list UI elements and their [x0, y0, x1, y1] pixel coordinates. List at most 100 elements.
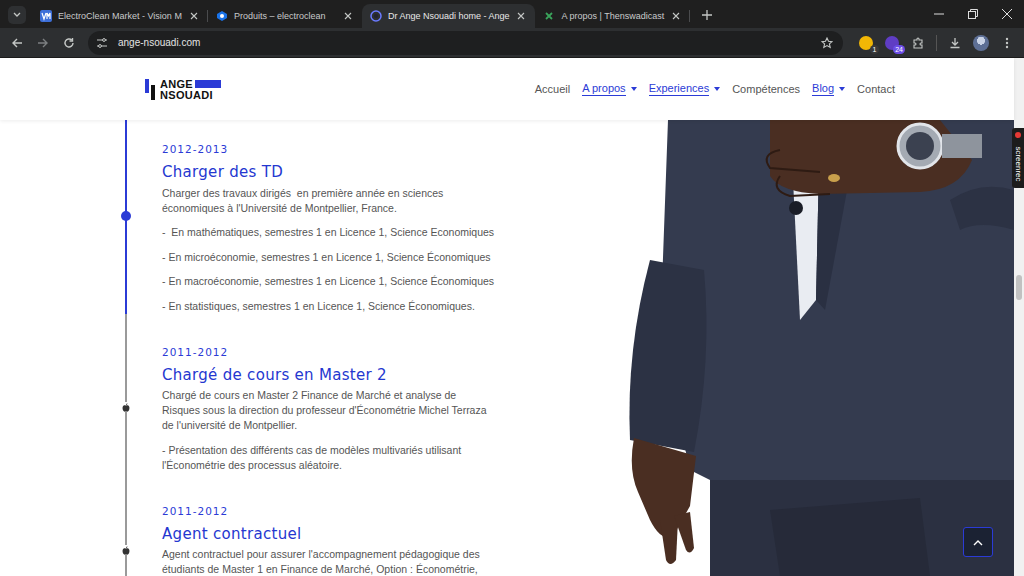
entry-period: 2012-2013 [162, 142, 494, 156]
browser-tab[interactable]: Dr Ange Nsouadi home - Ange [362, 4, 536, 28]
tab-search-chevron-icon[interactable] [8, 6, 26, 24]
nav-label: A propos [582, 82, 625, 96]
more-menu-icon[interactable] [996, 32, 1018, 54]
forward-arrow-icon[interactable] [32, 32, 54, 54]
close-window-icon[interactable] [990, 0, 1024, 28]
description-line: Agent contractuel pour assurer l'accompa… [162, 547, 480, 562]
screenrec-label: screenrec [1013, 146, 1023, 181]
puzzle-icon[interactable] [907, 32, 929, 54]
description-line: Risques sous la direction du professeur … [162, 403, 487, 418]
bullet-line: - Présentation des différents cas de mod… [162, 443, 487, 458]
record-dot-icon [1015, 132, 1021, 138]
nav-item[interactable]: Contact [856, 81, 896, 97]
plus-icon[interactable] [696, 4, 718, 26]
tab-strip: ElectroClean Market - Vision M Produits –… [32, 4, 690, 28]
description-line: étudiants de Master 1 en Finance de Marc… [162, 562, 480, 576]
description-line: de l'université de Montpellier. [162, 418, 487, 433]
entry-body: 2012-2013 Charger des TD Charger des trava… [162, 120, 494, 314]
nav-item[interactable]: Experiences [648, 80, 722, 98]
apple-icon [121, 402, 131, 412]
description-line: Charger des travaux dirigés en première … [162, 186, 494, 201]
reload-icon[interactable] [58, 32, 80, 54]
entry-bullet: - En statistiques, semestres 1 en Licenc… [162, 299, 494, 314]
site-favicon-icon [543, 10, 555, 22]
timeline-line [125, 473, 127, 576]
profile-avatar-icon [973, 35, 989, 51]
timeline-entry: 2011-2012Chargé de cours en Master 2Char… [108, 314, 620, 473]
web-page: ANGENSOUADI Accueil A propos Experiences Com… [0, 58, 1014, 576]
nav-item[interactable]: Accueil [534, 81, 571, 97]
site-favicon-icon [40, 10, 52, 22]
nav-label: Compétences [732, 83, 800, 95]
tab-title: Dr Ange Nsouadi home - Ange [388, 11, 510, 21]
close-icon[interactable] [515, 10, 527, 22]
minimize-icon[interactable] [922, 0, 956, 28]
screenrec-tab[interactable]: screenrec [1012, 128, 1024, 188]
nav-label: Experiences [649, 82, 710, 96]
tab-title: ElectroClean Market - Vision M [58, 11, 182, 21]
extension-button[interactable]: 24 [881, 32, 903, 54]
tab-title: A propos | Thenswadicast [561, 11, 664, 21]
site-favicon-icon [216, 10, 228, 22]
dropdown-caret-icon [714, 87, 720, 91]
chevron-up-icon [973, 539, 983, 546]
extension-button[interactable]: 1 [855, 32, 877, 54]
bullet-line: - En mathématiques, semestres 1 en Licen… [162, 225, 494, 240]
browser-viewport: ANGENSOUADI Accueil A propos Experiences Com… [0, 58, 1024, 576]
entry-bullet: - En mathématiques, semestres 1 en Licen… [162, 225, 494, 240]
timeline-track [108, 473, 144, 576]
download-icon[interactable] [944, 32, 966, 54]
logo-top: ANGE [160, 79, 193, 89]
nav-item[interactable]: Compétences [731, 81, 801, 97]
scroll-to-top-button[interactable] [963, 527, 993, 557]
address-bar[interactable]: ange-nsouadi.com [88, 31, 843, 55]
entry-title: Chargé de cours en Master 2 [162, 365, 487, 385]
toolbar: ange-nsouadi.com 1 24 [0, 28, 1024, 58]
bullet-line: l'Économétrie des processus aléatoire. [162, 458, 487, 473]
description-line: économiques à l'Université de Montpellie… [162, 201, 494, 216]
nav-item[interactable]: Blog [811, 80, 846, 98]
window-controls [922, 0, 1024, 28]
entry-bullet: - En macroéconomie, semestres 1 en Licen… [162, 274, 494, 289]
browser-window: ElectroClean Market - Vision M Produits –… [0, 0, 1024, 576]
close-icon[interactable] [188, 10, 200, 22]
timeline-entry: 2012-2013 Charger des TD Charger des trava… [108, 120, 620, 314]
dropdown-caret-icon [631, 87, 637, 91]
close-icon[interactable] [342, 10, 354, 22]
entry-body: 2011-2012Chargé de cours en Master 2Char… [162, 314, 487, 473]
browser-tab[interactable]: A propos | Thenswadicast [535, 4, 690, 28]
star-icon[interactable] [819, 35, 835, 51]
url-text: ange-nsouadi.com [118, 37, 811, 48]
entry-description: Agent contractuel pour assurer l'accompa… [162, 547, 480, 576]
timeline-track [108, 314, 144, 473]
timeline-entry: 2011-2012Agent contractuelAgent contract… [108, 473, 620, 576]
entry-description: Charger des travaux dirigés en première … [162, 186, 494, 216]
nav-item[interactable]: A propos [581, 80, 637, 98]
restore-icon[interactable] [956, 0, 990, 28]
back-arrow-icon[interactable] [6, 32, 28, 54]
site-logo[interactable]: ANGENSOUADI [145, 79, 221, 100]
bullet-line: - En macroéconomie, semestres 1 en Licen… [162, 274, 494, 289]
extension-badge: 24 [893, 45, 905, 54]
main-nav: Accueil A propos Experiences Compétences Blo… [534, 80, 896, 98]
entry-title: Charger des TD [162, 162, 494, 182]
scrollbar-thumb[interactable] [1016, 275, 1022, 300]
extension-badge: 1 [870, 45, 879, 54]
site-favicon-icon [370, 10, 382, 22]
bullet-line: - En statistiques, semestres 1 en Licenc… [162, 299, 494, 314]
browser-tab[interactable]: Produits – electroclean [208, 4, 362, 28]
browser-tab[interactable]: ElectroClean Market - Vision M [32, 4, 208, 28]
close-icon[interactable] [670, 10, 682, 22]
logo-row: ANGE [160, 79, 221, 89]
profile-button[interactable] [970, 32, 992, 54]
timeline-dot [121, 211, 131, 221]
entry-description: Chargé de cours en Master 2 Finance de M… [162, 388, 487, 433]
tab-bar: ElectroClean Market - Vision M Produits –… [0, 0, 1024, 28]
entry-title: Agent contractuel [162, 524, 480, 544]
site-info-icon[interactable] [94, 35, 110, 51]
entry-bullet: - Présentation des différents cas de mod… [162, 443, 487, 473]
description-line: Chargé de cours en Master 2 Finance de M… [162, 388, 487, 403]
logo-bottom: NSOUADI [160, 90, 221, 100]
left-margin [0, 120, 108, 576]
logo-text: ANGENSOUADI [160, 79, 221, 100]
